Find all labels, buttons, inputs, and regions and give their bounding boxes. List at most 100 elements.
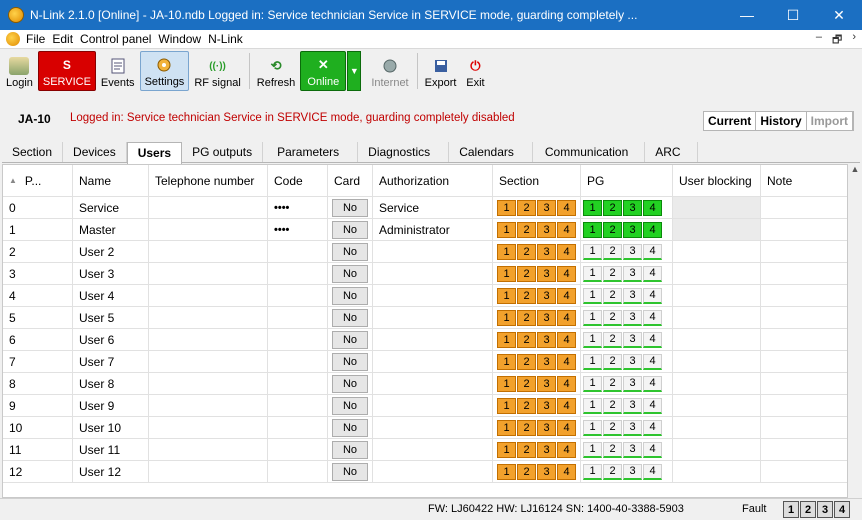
menu-n-link[interactable]: N-Link xyxy=(206,32,248,46)
cell-name[interactable]: User 5 xyxy=(73,307,149,328)
section-toggle[interactable]: 4 xyxy=(557,221,576,238)
cell-telephone[interactable] xyxy=(149,197,268,218)
column-header-telephone[interactable]: Telephone number xyxy=(149,165,268,196)
cell-code[interactable] xyxy=(268,417,328,438)
pg-toggle[interactable]: 2 xyxy=(603,463,622,480)
cell-note[interactable] xyxy=(761,285,847,306)
pg-toggle[interactable]: 2 xyxy=(603,309,622,326)
cell-note[interactable] xyxy=(761,197,847,218)
cell-note[interactable] xyxy=(761,307,847,328)
cell-user-blocking[interactable] xyxy=(673,351,761,372)
cell-authorization[interactable] xyxy=(373,241,493,262)
cell-code[interactable] xyxy=(268,351,328,372)
tab-communication[interactable]: Communication xyxy=(533,142,646,162)
cell-name[interactable]: Service xyxy=(73,197,149,218)
pg-toggle[interactable]: 1 xyxy=(583,419,602,436)
tab-current[interactable]: Current xyxy=(704,112,757,130)
cell-authorization[interactable] xyxy=(373,307,493,328)
table-row[interactable]: 2 User 2 No 1 2 3 4 1 2 3 4 xyxy=(3,241,847,263)
cell-note[interactable] xyxy=(761,439,847,460)
pg-toggle[interactable]: 3 xyxy=(623,265,642,282)
section-toggle[interactable]: 4 xyxy=(557,441,576,458)
tab-pg-outputs[interactable]: PG outputs xyxy=(182,142,264,162)
pg-toggle[interactable]: 3 xyxy=(623,353,642,370)
table-row[interactable]: 0 Service •••• No Service 1 2 3 4 1 2 3 4 xyxy=(3,197,847,219)
cell-user-blocking[interactable] xyxy=(673,395,761,416)
cell-authorization[interactable] xyxy=(373,461,493,482)
section-toggle[interactable]: 2 xyxy=(517,375,536,392)
section-toggle[interactable]: 2 xyxy=(517,309,536,326)
table-row[interactable]: 1 Master •••• No Administrator 1 2 3 4 1 2 3 4 xyxy=(3,219,847,241)
section-toggle[interactable]: 1 xyxy=(497,331,516,348)
cell-position[interactable]: 0 xyxy=(3,197,73,218)
card-button[interactable]: No xyxy=(332,242,368,261)
menu-control-panel[interactable]: Control panel xyxy=(78,32,156,46)
maximize-button[interactable]: ☐ xyxy=(770,0,816,30)
cell-user-blocking[interactable] xyxy=(673,263,761,284)
pg-toggle[interactable]: 2 xyxy=(603,331,622,348)
settings-button[interactable]: Settings xyxy=(139,51,190,91)
table-row[interactable]: 11 User 11 No 1 2 3 4 1 2 3 4 xyxy=(3,439,847,461)
cell-authorization[interactable] xyxy=(373,285,493,306)
section-toggle[interactable]: 2 xyxy=(517,221,536,238)
section-toggle[interactable]: 3 xyxy=(537,419,556,436)
mdi-minimize-button[interactable]: – xyxy=(816,31,822,50)
cell-authorization[interactable]: Administrator xyxy=(373,219,493,240)
section-toggle[interactable]: 4 xyxy=(557,353,576,370)
section-toggle[interactable]: 3 xyxy=(537,199,556,216)
section-toggle[interactable]: 4 xyxy=(557,243,576,260)
cell-position[interactable]: 2 xyxy=(3,241,73,262)
pg-toggle[interactable]: 4 xyxy=(643,309,662,326)
pg-toggle[interactable]: 2 xyxy=(603,243,622,260)
card-button[interactable]: No xyxy=(332,198,368,217)
section-toggle[interactable]: 1 xyxy=(497,265,516,282)
cell-user-blocking[interactable] xyxy=(673,373,761,394)
section-toggle[interactable]: 1 xyxy=(497,353,516,370)
cell-code[interactable]: •••• xyxy=(268,197,328,218)
section-toggle[interactable]: 3 xyxy=(537,287,556,304)
internet-button[interactable]: Internet xyxy=(367,51,412,91)
table-row[interactable]: 8 User 8 No 1 2 3 4 1 2 3 4 xyxy=(3,373,847,395)
section-toggle[interactable]: 3 xyxy=(537,265,556,282)
cell-user-blocking[interactable] xyxy=(673,329,761,350)
table-row[interactable]: 9 User 9 No 1 2 3 4 1 2 3 4 xyxy=(3,395,847,417)
cell-telephone[interactable] xyxy=(149,417,268,438)
card-button[interactable]: No xyxy=(332,264,368,283)
cell-name[interactable]: Master xyxy=(73,219,149,240)
cell-authorization[interactable]: Service xyxy=(373,197,493,218)
table-row[interactable]: 7 User 7 No 1 2 3 4 1 2 3 4 xyxy=(3,351,847,373)
cell-position[interactable]: 4 xyxy=(3,285,73,306)
login-button[interactable]: Login xyxy=(2,51,37,91)
pg-toggle[interactable]: 1 xyxy=(583,441,602,458)
pg-toggle[interactable]: 3 xyxy=(623,199,642,216)
cell-telephone[interactable] xyxy=(149,373,268,394)
cell-user-blocking[interactable] xyxy=(673,197,761,218)
column-header-name[interactable]: Name xyxy=(73,165,149,196)
cell-name[interactable]: User 9 xyxy=(73,395,149,416)
tab-arc[interactable]: ARC xyxy=(645,142,698,162)
pg-toggle[interactable]: 2 xyxy=(603,199,622,216)
pg-toggle[interactable]: 1 xyxy=(583,309,602,326)
cell-code[interactable] xyxy=(268,241,328,262)
section-toggle[interactable]: 2 xyxy=(517,397,536,414)
cell-code[interactable] xyxy=(268,461,328,482)
pg-toggle[interactable]: 3 xyxy=(623,243,642,260)
pg-toggle[interactable]: 3 xyxy=(623,287,642,304)
scroll-up-icon[interactable]: ▲ xyxy=(849,164,861,174)
cell-code[interactable] xyxy=(268,307,328,328)
card-button[interactable]: No xyxy=(332,286,368,305)
cell-name[interactable]: User 2 xyxy=(73,241,149,262)
section-toggle[interactable]: 1 xyxy=(497,441,516,458)
pg-toggle[interactable]: 3 xyxy=(623,331,642,348)
tab-calendars[interactable]: Calendars xyxy=(449,142,533,162)
tab-diagnostics[interactable]: Diagnostics xyxy=(358,142,450,162)
pg-toggle[interactable]: 3 xyxy=(623,419,642,436)
section-toggle[interactable]: 2 xyxy=(517,331,536,348)
section-toggle[interactable]: 3 xyxy=(537,331,556,348)
cell-authorization[interactable] xyxy=(373,263,493,284)
tab-devices[interactable]: Devices xyxy=(63,142,127,162)
cell-code[interactable] xyxy=(268,439,328,460)
pg-toggle[interactable]: 1 xyxy=(583,375,602,392)
column-header-section[interactable]: Section xyxy=(493,165,581,196)
card-button[interactable]: No xyxy=(332,374,368,393)
